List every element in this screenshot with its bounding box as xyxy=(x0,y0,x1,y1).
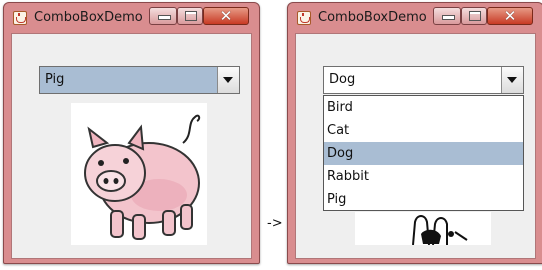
pig-drawing xyxy=(84,114,201,240)
list-item-pig[interactable]: Pig xyxy=(324,188,523,211)
dog-drawing xyxy=(412,215,468,245)
minimize-button[interactable] xyxy=(433,7,461,25)
combobox-dropdown-button[interactable] xyxy=(501,67,523,93)
combobox-dropdown-button[interactable] xyxy=(217,67,239,93)
title-bar[interactable]: ComboBoxDemo ✕ xyxy=(288,3,542,33)
title-bar[interactable]: ComboBoxDemo ✕ xyxy=(4,3,259,33)
maximize-button[interactable] xyxy=(461,7,487,25)
animal-combobox[interactable]: Pig xyxy=(39,66,240,94)
dropdown-arrow-icon xyxy=(507,77,517,83)
java-app-icon xyxy=(13,11,27,25)
minimize-button[interactable] xyxy=(149,7,177,25)
java-app-icon xyxy=(297,11,311,25)
window-title: ComboBoxDemo xyxy=(318,10,427,25)
content-pane: Dog Bird Cat Dog Rabbit Pig xyxy=(295,33,536,259)
maximize-button[interactable] xyxy=(177,7,203,25)
close-icon: ✕ xyxy=(219,7,233,25)
dog-image xyxy=(355,212,491,245)
minimize-icon xyxy=(158,15,171,20)
maximize-icon xyxy=(469,11,481,21)
close-icon: ✕ xyxy=(503,7,517,25)
combobox-selected-value: Dog xyxy=(329,72,356,87)
combobox-selected-value: Pig xyxy=(40,67,217,93)
maximize-icon xyxy=(185,11,197,21)
dropdown-arrow-icon xyxy=(223,77,233,83)
list-item-rabbit[interactable]: Rabbit xyxy=(324,165,523,188)
transition-arrow: -> xyxy=(267,216,283,231)
list-item-bird[interactable]: Bird xyxy=(324,96,523,119)
animal-combobox[interactable]: Dog xyxy=(323,66,524,94)
combobox-demo-window-left: ComboBoxDemo ✕ Pig xyxy=(3,2,260,264)
list-item-cat[interactable]: Cat xyxy=(324,119,523,142)
close-button[interactable]: ✕ xyxy=(487,7,533,25)
list-item-dog[interactable]: Dog xyxy=(324,142,523,165)
close-button[interactable]: ✕ xyxy=(203,7,249,25)
minimize-icon xyxy=(442,15,455,20)
pig-image xyxy=(71,103,207,245)
combobox-demo-window-right: ComboBoxDemo ✕ Dog Bird Cat Dog Rabbit P… xyxy=(287,2,542,264)
combobox-dropdown-list: Bird Cat Dog Rabbit Pig xyxy=(323,95,524,211)
content-pane: Pig xyxy=(11,33,252,259)
window-title: ComboBoxDemo xyxy=(34,10,143,25)
